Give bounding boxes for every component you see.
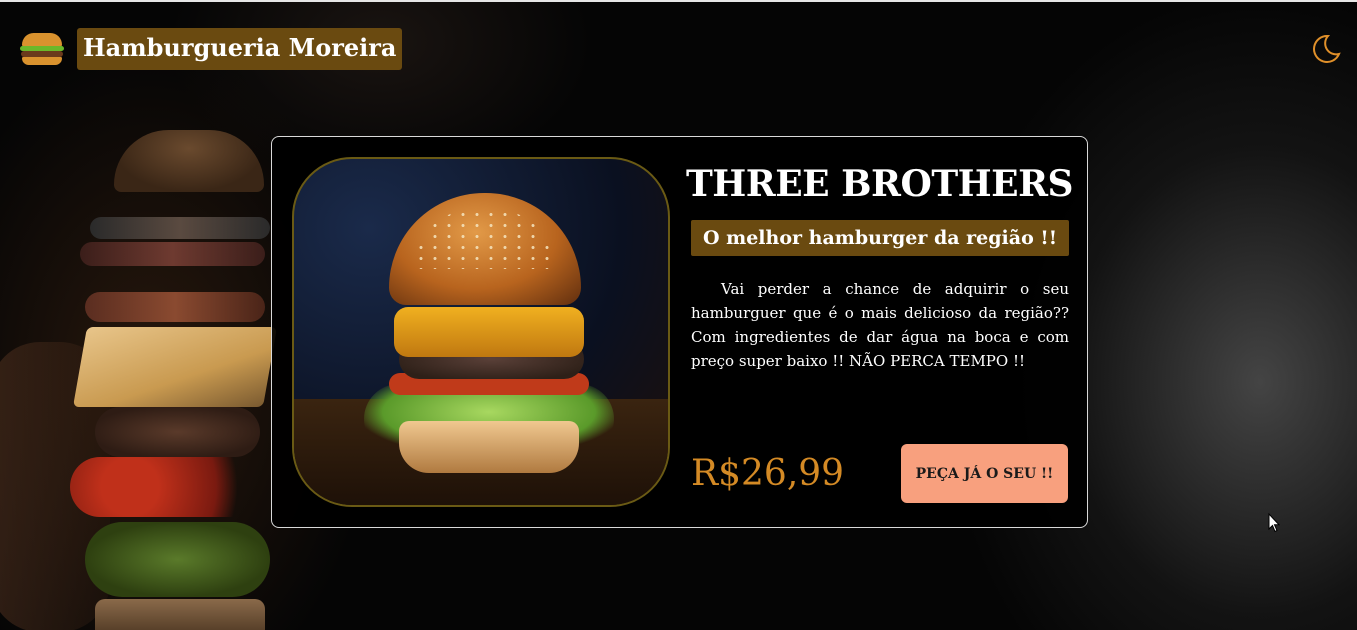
product-tagline: O melhor hamburger da região !! bbox=[691, 220, 1069, 256]
burger-icon bbox=[20, 29, 64, 69]
background-layer-decoration bbox=[85, 292, 265, 322]
burger-photo bbox=[292, 157, 670, 507]
background-bun-bottom-decoration bbox=[95, 599, 265, 630]
background-lettuce-decoration bbox=[85, 522, 270, 597]
mouse-cursor-icon bbox=[1268, 513, 1280, 533]
product-description: Vai perder a chance de adquirir o seu ha… bbox=[691, 280, 1069, 370]
background-layer-decoration bbox=[80, 242, 265, 266]
product-card: THREE BROTHERS O melhor hamburger da reg… bbox=[271, 136, 1088, 528]
moon-icon[interactable] bbox=[1310, 33, 1342, 65]
order-button[interactable]: PEÇA JÁ O SEU !! bbox=[901, 444, 1068, 503]
page-background: Hamburgueria Moreira THREE BROTHERS O me… bbox=[0, 0, 1357, 630]
background-patty-decoration bbox=[95, 407, 260, 457]
background-tomato-decoration bbox=[70, 457, 270, 517]
brand-title[interactable]: Hamburgueria Moreira bbox=[77, 28, 403, 70]
background-cheese-decoration bbox=[72, 327, 278, 407]
background-layer-decoration bbox=[90, 217, 270, 239]
product-title: THREE BROTHERS bbox=[686, 163, 1074, 205]
brand[interactable]: Hamburgueria Moreira bbox=[20, 28, 403, 70]
background-bun-top-decoration bbox=[114, 130, 264, 192]
product-price: R$26,99 bbox=[691, 453, 845, 494]
